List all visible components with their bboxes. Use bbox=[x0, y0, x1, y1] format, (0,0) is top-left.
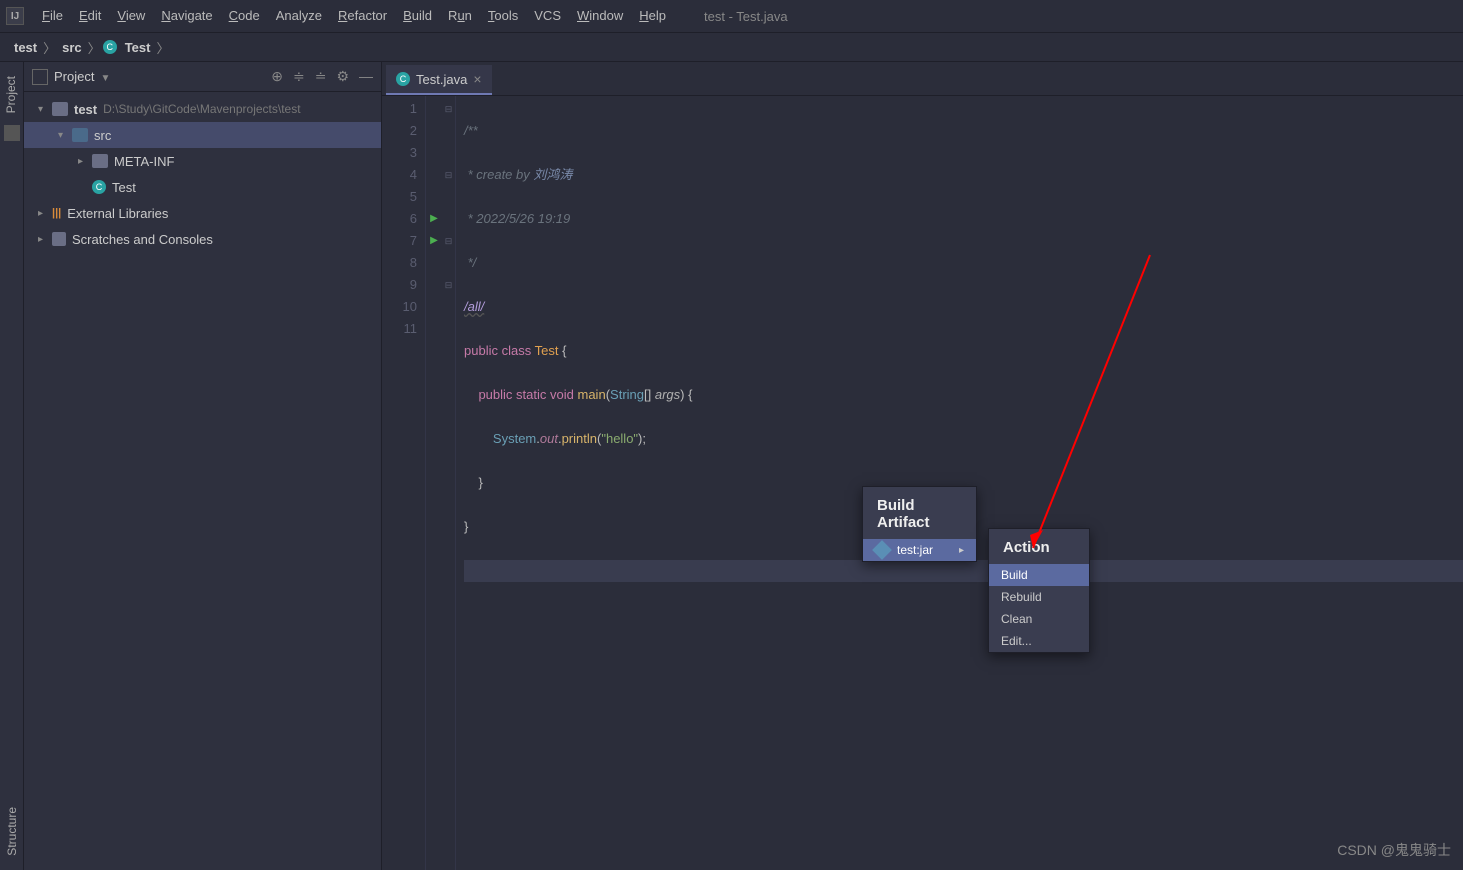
fold-gutter: ⊟⊟⊟⊟ bbox=[442, 96, 456, 870]
class-icon: C bbox=[396, 72, 410, 86]
code-editor[interactable]: 123 456 789 1011 ▶ ▶ ⊟⊟⊟⊟ /** * create b… bbox=[382, 96, 1463, 870]
editor-tabs: C Test.java × bbox=[382, 62, 1463, 96]
menu-navigate[interactable]: Navigate bbox=[153, 0, 220, 32]
app-logo: IJ bbox=[6, 7, 24, 25]
tool-structure[interactable]: Structure bbox=[5, 801, 19, 862]
tree-scratches[interactable]: ▸ Scratches and Consoles bbox=[24, 226, 381, 252]
crumb-class[interactable]: Test bbox=[121, 40, 155, 55]
tree-root[interactable]: ▾ test D:\Study\GitCode\Mavenprojects\te… bbox=[24, 96, 381, 122]
submenu-arrow-icon: ▸ bbox=[959, 545, 964, 556]
artifact-icon bbox=[872, 540, 892, 560]
tool-project[interactable]: Project bbox=[4, 70, 18, 119]
menu-build[interactable]: Build bbox=[395, 0, 440, 32]
crumb-sep: 〉 bbox=[154, 38, 171, 57]
code-body[interactable]: /** * create by 刘鸿涛 * 2022/5/26 19:19 */… bbox=[456, 96, 1463, 870]
action-clean[interactable]: Clean bbox=[989, 608, 1089, 630]
build-artifact-popup: Build Artifact test:jar ▸ bbox=[862, 486, 977, 562]
menu-edit[interactable]: Edit bbox=[71, 0, 109, 32]
menu-analyze[interactable]: Analyze bbox=[268, 0, 330, 32]
menu-help[interactable]: Help bbox=[631, 0, 674, 32]
main-menu-bar: IJ File Edit View Navigate Code Analyze … bbox=[0, 0, 1463, 32]
menu-refactor[interactable]: Refactor bbox=[330, 0, 395, 32]
tree-src[interactable]: ▾ src bbox=[24, 122, 381, 148]
crumb-src[interactable]: src bbox=[58, 40, 86, 55]
tree-test-class[interactable]: C Test bbox=[24, 174, 381, 200]
tree-external-libs[interactable]: ▸||| External Libraries bbox=[24, 200, 381, 226]
editor-area: C Test.java × 123 456 789 1011 ▶ ▶ ⊟⊟⊟⊟ bbox=[382, 62, 1463, 870]
tab-test-java[interactable]: C Test.java × bbox=[386, 65, 492, 95]
close-icon[interactable]: × bbox=[473, 71, 481, 87]
popup-title: Action bbox=[989, 529, 1089, 564]
run-gutter: ▶ ▶ bbox=[426, 96, 442, 870]
locate-icon[interactable]: ⊕ bbox=[271, 68, 283, 85]
breadcrumb: test 〉 src 〉 C Test 〉 bbox=[0, 32, 1463, 62]
menu-tools[interactable]: Tools bbox=[480, 0, 526, 32]
watermark: CSDN @鬼鬼骑士 bbox=[1337, 840, 1451, 860]
action-popup: Action Build Rebuild Clean Edit... bbox=[988, 528, 1090, 653]
project-header: Project▼ ⊕ ≑ ≐ ⚙ — bbox=[24, 62, 381, 92]
run-class-icon[interactable]: ▶ bbox=[426, 208, 442, 230]
crumb-sep: 〉 bbox=[41, 38, 58, 57]
menu-file[interactable]: File bbox=[34, 0, 71, 32]
hide-icon[interactable]: — bbox=[359, 68, 373, 85]
popup-title: Build Artifact bbox=[863, 487, 976, 539]
tab-label: Test.java bbox=[416, 72, 467, 87]
project-tree: ▾ test D:\Study\GitCode\Mavenprojects\te… bbox=[24, 92, 381, 256]
action-edit[interactable]: Edit... bbox=[989, 630, 1089, 652]
menu-window[interactable]: Window bbox=[569, 0, 631, 32]
line-gutter: 123 456 789 1011 bbox=[382, 96, 426, 870]
expand-icon[interactable]: ≑ bbox=[293, 68, 305, 85]
settings-icon[interactable]: ⚙ bbox=[336, 68, 349, 85]
menu-view[interactable]: View bbox=[109, 0, 153, 32]
project-view-icon[interactable] bbox=[32, 69, 48, 85]
action-rebuild[interactable]: Rebuild bbox=[989, 586, 1089, 608]
menu-run[interactable]: Run bbox=[440, 0, 480, 32]
class-icon: C bbox=[103, 40, 117, 54]
menu-code[interactable]: Code bbox=[221, 0, 268, 32]
tree-meta-inf[interactable]: ▸ META-INF bbox=[24, 148, 381, 174]
folder-icon[interactable] bbox=[4, 125, 20, 141]
artifact-item-testjar[interactable]: test:jar ▸ bbox=[863, 539, 976, 561]
left-tool-strip: Project Structure bbox=[0, 62, 24, 870]
run-main-icon[interactable]: ▶ bbox=[426, 230, 442, 252]
project-view-title[interactable]: Project▼ bbox=[54, 69, 271, 84]
project-panel: Project▼ ⊕ ≑ ≐ ⚙ — ▾ test D:\Study\GitCo… bbox=[24, 62, 382, 870]
window-title: test - Test.java bbox=[704, 9, 788, 24]
collapse-icon[interactable]: ≐ bbox=[315, 68, 327, 85]
crumb-root[interactable]: test bbox=[10, 40, 41, 55]
crumb-sep: 〉 bbox=[86, 38, 103, 57]
action-build[interactable]: Build bbox=[989, 564, 1089, 586]
menu-vcs[interactable]: VCS bbox=[526, 0, 569, 32]
